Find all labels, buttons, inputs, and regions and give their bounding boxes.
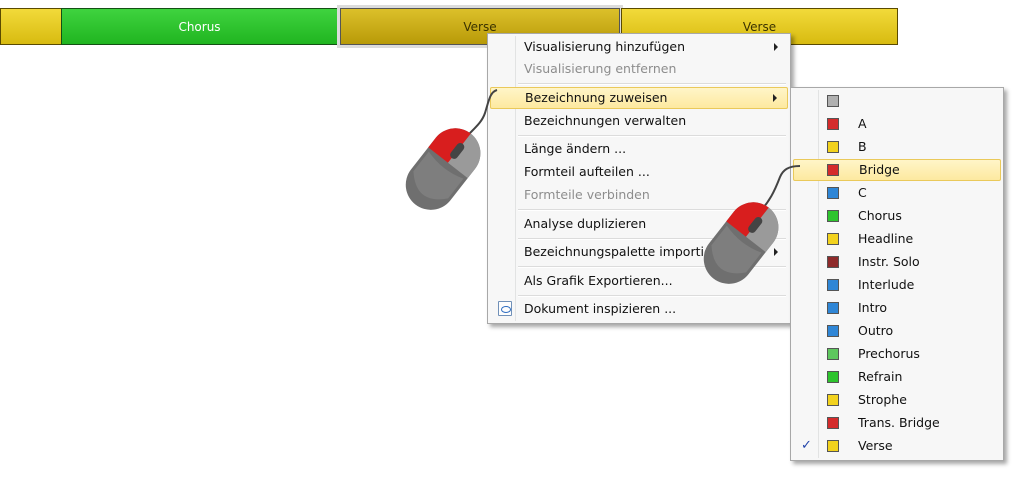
color-swatch	[827, 325, 839, 337]
label-option-headline[interactable]: Headline	[793, 228, 1001, 250]
segment-label: Chorus	[178, 19, 221, 34]
label-option-text: B	[858, 139, 867, 154]
checkmark-icon: ✓	[801, 438, 812, 453]
menu-item-label: Analyse duplizieren	[524, 216, 647, 231]
menu-separator	[518, 83, 786, 85]
color-swatch	[827, 210, 839, 222]
label-option-text: Chorus	[858, 208, 902, 223]
segment-chorus[interactable]: Chorus	[61, 8, 338, 45]
label-option-refrain[interactable]: Refrain	[793, 366, 1001, 388]
label-option-text: Bridge	[859, 162, 900, 177]
menu-item-add-visualization[interactable]: Visualisierung hinzufügen	[490, 36, 788, 58]
document-inspect-icon	[498, 301, 512, 316]
segment-label: Verse	[742, 19, 777, 34]
color-swatch	[827, 302, 839, 314]
menu-item-label: Visualisierung hinzufügen	[524, 39, 686, 54]
submenu-arrow-icon	[774, 43, 778, 51]
color-swatch	[827, 394, 839, 406]
label-option-text: Refrain	[858, 369, 903, 384]
color-swatch	[827, 417, 839, 429]
color-swatch	[827, 440, 839, 452]
color-swatch	[827, 95, 839, 107]
menu-item-label: Bezeichnungen verwalten	[524, 113, 687, 128]
label-option-text: Prechorus	[858, 346, 920, 361]
label-option-bridge[interactable]: Bridge	[793, 159, 1001, 181]
label-option-interlude[interactable]: Interlude	[793, 274, 1001, 296]
submenu-arrow-icon	[773, 94, 777, 102]
segment-0[interactable]	[0, 8, 62, 45]
color-swatch	[827, 118, 839, 130]
label-option-text: Trans. Bridge	[858, 415, 940, 430]
label-option-intro[interactable]: Intro	[793, 297, 1001, 319]
label-submenu: A B Bridge C Chorus Headline Instr. Solo Interl…	[790, 87, 1004, 461]
segment-label: Verse	[463, 19, 497, 34]
color-swatch	[827, 164, 839, 176]
label-option-b[interactable]: B	[793, 136, 1001, 158]
label-option-strophe[interactable]: Strophe	[793, 389, 1001, 411]
label-option-verse[interactable]: ✓ Verse	[793, 435, 1001, 457]
label-option-none[interactable]	[793, 90, 1001, 112]
color-swatch	[827, 279, 839, 291]
label-option-a[interactable]: A	[793, 113, 1001, 135]
menu-item-label: Formteil aufteilen ...	[524, 164, 650, 179]
color-swatch	[827, 233, 839, 245]
menu-item-assign-label[interactable]: Bezeichnung zuweisen	[490, 87, 788, 109]
label-option-text: Strophe	[858, 392, 907, 407]
label-option-text: Instr. Solo	[858, 254, 920, 269]
label-option-text: Interlude	[858, 277, 915, 292]
color-swatch	[827, 348, 839, 360]
menu-item-label: Formteile verbinden	[524, 187, 650, 202]
color-swatch	[827, 256, 839, 268]
menu-item-remove-visualization: Visualisierung entfernen	[490, 58, 788, 80]
menu-separator	[518, 135, 786, 137]
label-option-instr-solo[interactable]: Instr. Solo	[793, 251, 1001, 273]
label-option-text: Outro	[858, 323, 894, 338]
color-swatch	[827, 141, 839, 153]
label-option-text: A	[858, 116, 867, 131]
label-option-text: Headline	[858, 231, 914, 246]
menu-item-label: Bezeichnung zuweisen	[525, 90, 668, 105]
mouse-icon	[405, 89, 498, 210]
color-swatch	[827, 371, 839, 383]
menu-item-manage-labels[interactable]: Bezeichnungen verwalten	[490, 110, 788, 132]
label-option-trans-bridge[interactable]: Trans. Bridge	[793, 412, 1001, 434]
mouse-icon	[703, 165, 801, 284]
label-option-chorus[interactable]: Chorus	[793, 205, 1001, 227]
menu-item-label: Als Grafik Exportieren...	[524, 273, 673, 288]
menu-item-label: Visualisierung entfernen	[524, 61, 677, 76]
label-option-outro[interactable]: Outro	[793, 320, 1001, 342]
label-option-prechorus[interactable]: Prechorus	[793, 343, 1001, 365]
label-option-text: Verse	[858, 438, 893, 453]
color-swatch	[827, 187, 839, 199]
label-option-c[interactable]: C	[793, 182, 1001, 204]
label-option-text: Intro	[858, 300, 888, 315]
menu-item-label: Länge ändern ...	[524, 141, 627, 156]
label-option-text: C	[858, 185, 867, 200]
menu-item-label: Dokument inspizieren ...	[524, 301, 677, 316]
